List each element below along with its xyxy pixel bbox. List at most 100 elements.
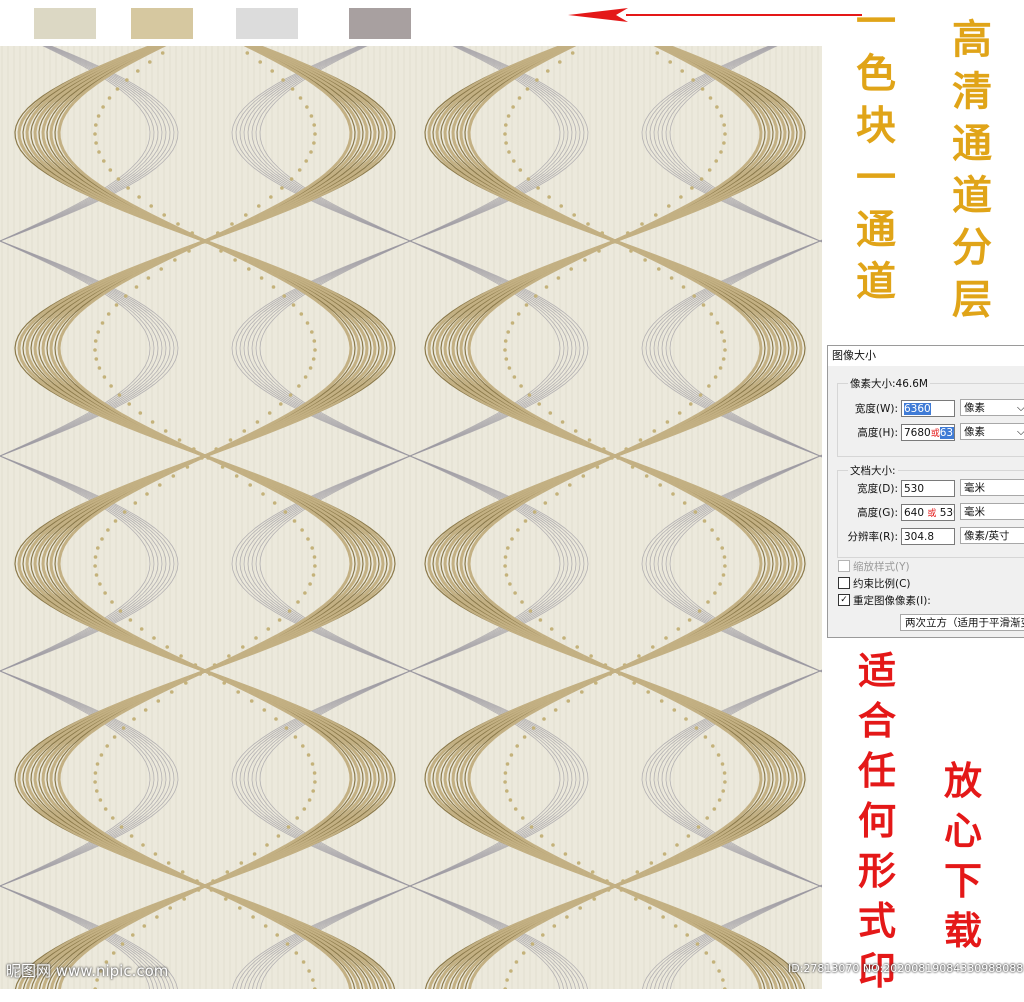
dot-ornament [288, 393, 293, 397]
dot-ornament [116, 177, 121, 181]
dot-ornament [302, 807, 307, 811]
scale-styles-label: 缩放样式(Y) [853, 560, 910, 573]
dot-ornament [713, 375, 718, 379]
doc-height-old-value: 640 [904, 506, 925, 519]
dot-ornament [112, 735, 117, 739]
height-unit-select[interactable]: 像素 ⌵ [960, 423, 1024, 440]
dot-ornament [96, 546, 100, 550]
width-unit-select[interactable]: 像素 ⌵ [960, 399, 1024, 416]
dot-ornament [687, 618, 692, 622]
dot-ornament [556, 276, 561, 280]
dot-ornament [308, 582, 312, 586]
dot-ornament [306, 537, 310, 541]
dot-ornament [306, 753, 311, 757]
dot-ornament [270, 69, 275, 73]
dot-ornament [644, 474, 649, 478]
dot-ornament [277, 618, 282, 622]
dot-ornament [114, 303, 119, 307]
width-unit: 像素 [964, 402, 985, 414]
dot-ornament [553, 708, 558, 712]
dot-ornament [108, 168, 113, 172]
dot-ornament [539, 834, 544, 838]
caption-char: 色 [856, 50, 896, 97]
dot-ornament [301, 960, 306, 964]
dot-ornament [295, 816, 300, 820]
dot-ornament [143, 708, 148, 712]
width-input[interactable]: 6360 [901, 399, 955, 417]
dot-ornament [107, 96, 112, 100]
dot-ornament [280, 186, 284, 190]
dot-ornament [106, 528, 110, 532]
dot-ornament [658, 483, 662, 487]
caption-char: 层 [952, 276, 992, 323]
dot-ornament [263, 924, 268, 928]
doc-height-input[interactable]: 640 或 530 [901, 503, 955, 521]
dot-ornament [244, 213, 248, 217]
dot-ornament [682, 501, 687, 505]
dot-ornament [680, 69, 684, 73]
resolution-unit-select[interactable]: 像素/英寸 [960, 527, 1024, 544]
dot-ornament [139, 627, 144, 631]
caption-char: 载 [944, 908, 983, 953]
dot-ornament [707, 384, 711, 388]
dot-ornament [706, 600, 710, 604]
dot-ornament [305, 321, 310, 325]
scale-styles-checkbox[interactable]: 缩放样式(Y) [838, 558, 910, 574]
dot-ornament [106, 312, 111, 316]
doc-height-unit-select[interactable]: 毫米 [960, 503, 1024, 520]
dot-ornament [515, 744, 519, 748]
constrain-box [838, 577, 850, 589]
dot-ornament [93, 780, 97, 784]
resample-checkbox[interactable]: ✓ 重定图像像素(I): [838, 592, 931, 608]
dot-ornament [284, 726, 289, 730]
dot-ornament [309, 150, 313, 154]
dot-ornament [308, 366, 313, 370]
dot-ornament [560, 420, 565, 424]
dot-ornament [93, 339, 98, 343]
dot-ornament [313, 132, 317, 136]
dot-ornament [109, 384, 113, 388]
dot-ornament [565, 915, 569, 919]
chevron-down-icon: ⌵ [1017, 400, 1024, 415]
dot-ornament [541, 933, 545, 937]
dot-ornament [570, 51, 575, 55]
dot-ornament [294, 951, 299, 955]
dot-ornament [518, 168, 523, 172]
dot-ornament [505, 978, 509, 982]
swatch-gold [131, 8, 193, 39]
dot-ornament [532, 510, 537, 514]
dot-ornament [312, 123, 317, 127]
dot-ornament [519, 384, 523, 388]
dot-ornament [549, 627, 554, 631]
dot-ornament [307, 798, 312, 802]
dot-ornament [530, 942, 535, 946]
dot-ornament [276, 834, 281, 838]
dot-ornament [536, 186, 540, 190]
doc-width-label: 宽度(D): [857, 482, 898, 495]
dot-ornament [509, 969, 513, 973]
doc-height-unit: 毫米 [964, 506, 985, 518]
dot-ornament [505, 789, 509, 793]
dot-ornament [511, 105, 515, 109]
dot-ornament [722, 339, 727, 343]
doc-height-new-value: 530 [939, 506, 954, 519]
dot-ornament [176, 222, 180, 226]
doc-height-or-mark: 或 [927, 508, 937, 519]
resample-method-select[interactable]: 两次立方（适用于平滑渐变 [900, 614, 1024, 631]
height-input[interactable]: 7680或6360 [901, 423, 955, 441]
dot-ornament [115, 87, 120, 91]
doc-width-input[interactable]: 530 [901, 479, 955, 497]
dot-ornament [505, 762, 510, 766]
dot-ornament [258, 60, 263, 64]
caption-swatch-per-channel: 一色块一通道 [856, 2, 896, 314]
dot-ornament [542, 717, 546, 721]
caption-char: 通 [952, 120, 992, 167]
swatch-light-gray [236, 8, 298, 39]
dot-ornament [503, 348, 507, 352]
constrain-proportions-checkbox[interactable]: 约束比例(C) [838, 575, 911, 591]
dot-ornament [694, 726, 699, 730]
doc-width-unit-select[interactable]: 毫米 [960, 479, 1024, 496]
image-size-dialog: 图像大小 像素大小:46.6M 宽度(W): 6360 像素 ⌵ 高度(H): 7… [827, 345, 1024, 638]
dot-ornament [716, 537, 720, 541]
resolution-input[interactable]: 304.8 [901, 527, 955, 545]
